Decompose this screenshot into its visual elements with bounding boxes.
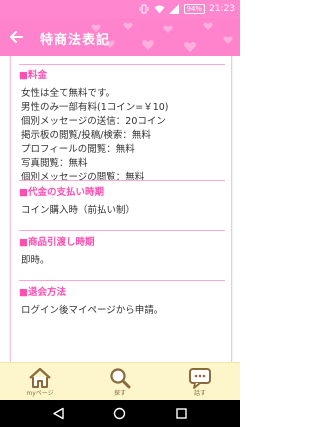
section-title: ■退会方法 [19, 287, 66, 298]
nav-item-mypage[interactable]: myページ [0, 363, 80, 400]
section-title: ■商品引渡し時期 [19, 237, 95, 248]
battery-level: 94% [186, 5, 203, 13]
search-icon [108, 366, 132, 390]
text-line: 個別メッセージの送信：20コイン [21, 116, 166, 127]
nav-label: 話す [193, 390, 206, 397]
status-time: 21:23 [209, 4, 235, 14]
system-home-button[interactable] [113, 407, 127, 421]
home-icon [28, 366, 52, 390]
section-title: ■代金の支払い時期 [19, 187, 104, 198]
system-navigation-bar [0, 400, 240, 427]
section-fees: ■料金 女性は全て無料です。 男性のみ一部有料(1コイン=￥10) 個別メッセー… [19, 69, 225, 185]
info-card: ■料金 女性は全て無料です。 男性のみ一部有料(1コイン=￥10) 個別メッセー… [10, 56, 232, 362]
text-line: コイン購入時（前払い制） [21, 205, 136, 216]
home-circle-icon [114, 407, 126, 420]
content-area[interactable]: ■料金 女性は全て無料です。 男性のみ一部有料(1コイン=￥10) 個別メッセー… [0, 56, 240, 362]
vibrate-icon [139, 4, 150, 15]
heart-pattern-decoration [91, 22, 233, 52]
divider [19, 64, 225, 65]
section-body: ログイン後マイページから申請。 [19, 304, 225, 318]
text-line: 写真閲覧：無料 [21, 158, 88, 169]
status-bar: 94% 21:23 [0, 0, 240, 18]
nav-label: myページ [26, 390, 54, 397]
section-payment-timing: ■代金の支払い時期 コイン購入時（前払い制） [19, 186, 225, 218]
section-body: 女性は全て無料です。 男性のみ一部有料(1コイン=￥10) 個別メッセージの送信… [19, 87, 225, 185]
back-button[interactable] [4, 25, 28, 49]
text-line: ログイン後マイページから申請。 [21, 305, 164, 316]
system-recents-button[interactable] [174, 407, 188, 421]
nav-item-search[interactable]: 探す [80, 363, 160, 400]
wifi-icon [154, 4, 165, 15]
battery-indicator: 94% [183, 4, 206, 14]
section-body: コイン購入時（前払い制） [19, 204, 225, 218]
text-line: 即時。 [21, 255, 50, 266]
divider [19, 280, 225, 281]
chat-icon [188, 366, 212, 390]
page-title: 特商法表記 [40, 33, 111, 48]
text-line: 掲示板の閲覧/投稿/検索：無料 [21, 130, 151, 141]
back-triangle-icon [53, 407, 64, 420]
arrow-left-icon [10, 31, 23, 43]
bottom-navigation: myページ 探す 話す [0, 362, 240, 400]
text-line: 男性のみ一部有料(1コイン=￥10) [21, 102, 169, 113]
section-withdrawal: ■退会方法 ログイン後マイページから申請。 [19, 286, 225, 318]
signal-icon [169, 4, 180, 15]
text-line: プロフィールの閲覧：無料 [21, 144, 135, 155]
nav-label: 探す [113, 390, 126, 397]
nav-item-chat[interactable]: 話す [160, 363, 240, 400]
text-line: 女性は全て無料です。 [21, 88, 116, 99]
divider [19, 180, 225, 181]
section-title: ■料金 [19, 70, 47, 81]
app-bar: 特商法表記 [0, 18, 240, 56]
section-body: 即時。 [19, 254, 225, 268]
section-delivery-timing: ■商品引渡し時期 即時。 [19, 236, 225, 268]
text-line: 個別メッセージの閲覧：無料 [21, 172, 145, 183]
divider [19, 230, 225, 231]
system-back-button[interactable] [52, 407, 66, 421]
recents-square-icon [176, 408, 187, 419]
